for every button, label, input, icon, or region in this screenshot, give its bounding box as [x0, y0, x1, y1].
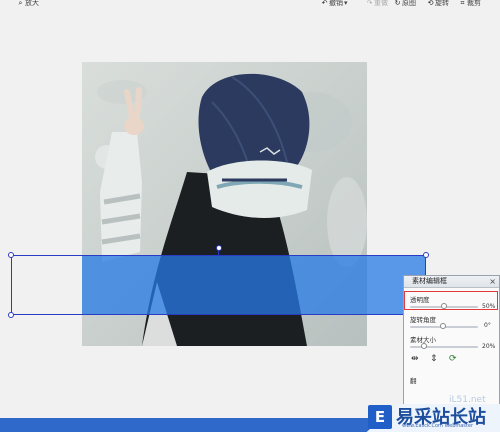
chevron-down-icon: ▾ — [344, 0, 348, 7]
original-label: 原图 — [402, 0, 416, 7]
top-toolbar: ⌕ 放大 ↶ 撤销 ▾ ↷ 重做 ↻ 原图 ⟲ 旋转 ⌗ 裁剪 — [0, 0, 500, 9]
rotation-handle[interactable] — [216, 245, 222, 251]
rotation-value: 0° — [484, 322, 491, 329]
crop-label: 裁剪 — [467, 0, 481, 7]
zoom-label: 放大 — [25, 0, 39, 7]
redo-icon: ↷ — [366, 0, 373, 7]
flip-horizontal-icon[interactable]: ⇹ — [411, 354, 419, 364]
undo-button[interactable]: ↶ 撤销 ▾ — [321, 0, 348, 8]
watermark-url: www.Easck.Com Webmaster — [402, 423, 474, 429]
rotate-icon: ⟲ — [427, 0, 434, 7]
rotation-slider-thumb[interactable] — [440, 323, 446, 329]
close-icon[interactable]: × — [489, 276, 496, 287]
panel-bottom-label: 翻 — [410, 377, 417, 385]
selection-frame[interactable] — [11, 255, 426, 315]
resize-handle-top-left[interactable] — [8, 252, 14, 258]
rotate-label: 旋转 — [435, 0, 449, 7]
refresh-icon[interactable]: ⟳ — [449, 354, 457, 364]
rotation-label: 旋转角度 — [410, 316, 436, 324]
redo-button[interactable]: ↷ 重做 — [366, 0, 388, 8]
resize-handle-bottom-left[interactable] — [8, 312, 14, 318]
size-slider-thumb[interactable] — [420, 343, 427, 349]
crop-icon: ⌗ — [460, 0, 465, 7]
refresh-icon: ↻ — [394, 0, 401, 7]
flip-vertical-icon[interactable]: ⇕ — [430, 354, 438, 364]
original-button[interactable]: ↻ 原图 — [394, 0, 416, 8]
magnifier-icon: ⌕ — [18, 0, 23, 7]
resize-handle-top-right[interactable] — [423, 252, 429, 258]
size-value: 20% — [482, 343, 496, 350]
watermark-logo: E — [368, 405, 392, 429]
opacity-highlight-box — [404, 291, 498, 310]
panel-title: 素材编辑框 — [412, 277, 447, 285]
redo-label: 重做 — [374, 0, 388, 7]
crop-button[interactable]: ⌗ 裁剪 — [459, 0, 481, 8]
rotate-button[interactable]: ⟲ 旋转 — [427, 0, 449, 8]
undo-icon: ↶ — [321, 0, 328, 7]
zoom-tool[interactable]: ⌕ 放大 — [17, 0, 39, 8]
undo-label: 撤销 — [329, 0, 343, 7]
panel-header: 素材编辑框 × — [404, 276, 499, 288]
